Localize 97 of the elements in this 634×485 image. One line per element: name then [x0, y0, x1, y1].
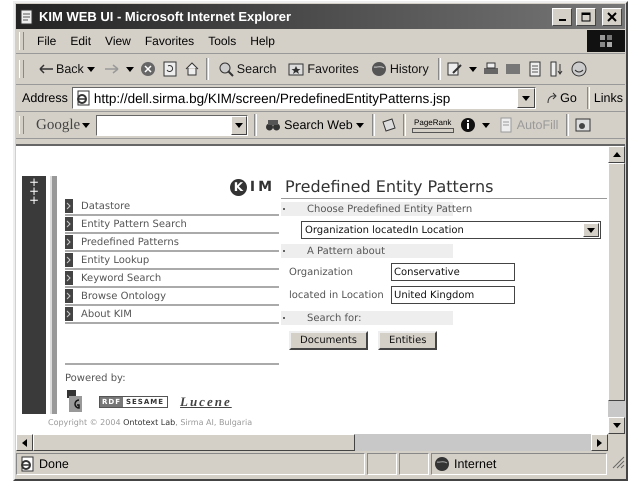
pattern-dropdown[interactable]: Organization locatedIn Location	[301, 221, 601, 239]
caret-icon[interactable]	[482, 122, 490, 128]
page-icon	[74, 90, 91, 106]
info-icon[interactable]	[460, 117, 476, 133]
back-button[interactable]: Back	[36, 60, 98, 78]
favorites-button[interactable]: Favorites	[285, 59, 362, 79]
kim-logo: IM	[250, 179, 275, 195]
address-label: Address	[21, 91, 68, 105]
down-arrow-icon	[612, 423, 620, 428]
up-arrow-icon	[612, 152, 620, 157]
status-text: Done	[39, 457, 69, 471]
left-arrow-icon	[22, 438, 27, 446]
globe-icon	[370, 61, 387, 77]
lucene-logo: Lucene	[180, 394, 232, 410]
search-icon	[218, 61, 234, 77]
search-button[interactable]: Entities	[378, 331, 438, 350]
minimize-icon	[558, 19, 566, 21]
popup-icon[interactable]	[575, 117, 592, 133]
stop-icon[interactable]	[140, 61, 156, 77]
plus-mark: +	[28, 178, 40, 187]
caret-icon	[522, 96, 530, 100]
page-icon	[19, 8, 35, 24]
maximize-button[interactable]	[576, 8, 596, 26]
refresh-icon[interactable]	[162, 61, 178, 77]
nav-link[interactable]: Entity Pattern Search	[65, 216, 279, 234]
columns-icon[interactable]	[548, 61, 565, 77]
close-icon	[607, 12, 617, 22]
nav-link[interactable]: Datastore	[65, 198, 279, 216]
powered-by-label: Powered by:	[65, 373, 126, 384]
page-title: Predefined Entity Patterns	[281, 176, 607, 199]
caret-icon	[235, 122, 244, 128]
section-label: Search for:	[307, 312, 362, 324]
smiley-icon[interactable]	[570, 61, 587, 77]
menu-item[interactable]: Tools	[201, 32, 244, 50]
nav-link[interactable]: Browse Ontology	[65, 288, 279, 306]
copyright-text: Copyright © 2004 Ontotext Lab, Sirma AI, Bulgaria	[48, 418, 252, 427]
edit-page-icon[interactable]	[446, 61, 463, 77]
history-button[interactable]: History	[368, 59, 432, 79]
caret-icon[interactable]	[126, 66, 134, 72]
plus-mark: +	[28, 196, 40, 205]
form-icon	[498, 117, 514, 133]
back-arrow-icon	[39, 64, 53, 74]
star-folder-icon	[288, 61, 304, 77]
minimize-button[interactable]	[552, 8, 572, 26]
scroll-up-button[interactable]	[608, 146, 625, 163]
printer-icon[interactable]	[482, 61, 499, 77]
vertical-scrollbar[interactable]	[608, 146, 625, 434]
go-arrow-icon	[546, 92, 558, 104]
window-title: KIM WEB UI - Microsoft Internet Explorer	[39, 9, 292, 24]
search-button[interactable]: Documents	[289, 331, 368, 350]
address-field[interactable]: http://dell.sirma.bg/KIM/screen/PredefinedEntityPatterns.jsp	[72, 87, 536, 109]
links-button[interactable]: Links	[594, 91, 625, 105]
pagerank-meter: PageRank	[412, 118, 454, 132]
field-label: Organization	[289, 266, 354, 278]
close-button[interactable]	[602, 8, 622, 26]
binoculars-icon	[265, 117, 282, 133]
status-panel	[367, 453, 397, 475]
scroll-right-button[interactable]	[591, 434, 608, 451]
google-menu-button[interactable]: Google	[36, 116, 90, 134]
menu-item[interactable]: Edit	[63, 32, 98, 50]
caret-icon	[86, 66, 95, 72]
scrollbar-thumb[interactable]	[608, 163, 625, 401]
logo-badge: K	[230, 178, 247, 196]
caret-icon[interactable]	[468, 66, 477, 72]
go-button[interactable]: Go	[540, 91, 583, 105]
menu-item[interactable]: View	[98, 32, 138, 50]
menu-item[interactable]: File	[30, 32, 64, 50]
globe-icon	[434, 456, 450, 472]
page-icon	[19, 456, 35, 472]
scroll-left-button[interactable]	[16, 434, 33, 451]
scroll-down-button[interactable]	[608, 417, 625, 434]
caret-icon	[587, 228, 595, 232]
text-field[interactable]: Conservative	[391, 263, 515, 281]
menu-item[interactable]: Favorites	[138, 32, 202, 50]
caret-icon	[82, 122, 90, 128]
zone-text: Internet	[454, 457, 496, 471]
text-field[interactable]: United Kingdom	[391, 286, 515, 304]
nav-link[interactable]: Predefined Patterns	[65, 234, 279, 252]
status-panel	[399, 453, 429, 475]
horizontal-scrollbar[interactable]	[16, 434, 608, 451]
search-web-button[interactable]: Search Web	[263, 117, 366, 133]
menu-item[interactable]: Help	[243, 32, 282, 50]
caret-icon	[356, 122, 364, 128]
maximize-icon	[581, 12, 591, 22]
section-label: A Pattern about	[307, 246, 386, 256]
field-label: located in Location	[289, 290, 385, 300]
home-icon[interactable]	[184, 61, 200, 77]
nav-link[interactable]: Keyword Search	[65, 270, 279, 288]
section-label: Choose Predefined Entity Pattern	[307, 204, 472, 214]
nav-link[interactable]: Entity Lookup	[65, 252, 279, 270]
plus-mark: +	[28, 187, 40, 196]
google-search-field[interactable]	[96, 114, 248, 136]
scrollbar-thumb[interactable]	[33, 434, 355, 451]
nav-link[interactable]: About KIM	[65, 306, 279, 324]
right-arrow-icon	[597, 438, 602, 446]
document-icon[interactable]	[526, 61, 543, 77]
search-button[interactable]: Search	[214, 59, 280, 79]
